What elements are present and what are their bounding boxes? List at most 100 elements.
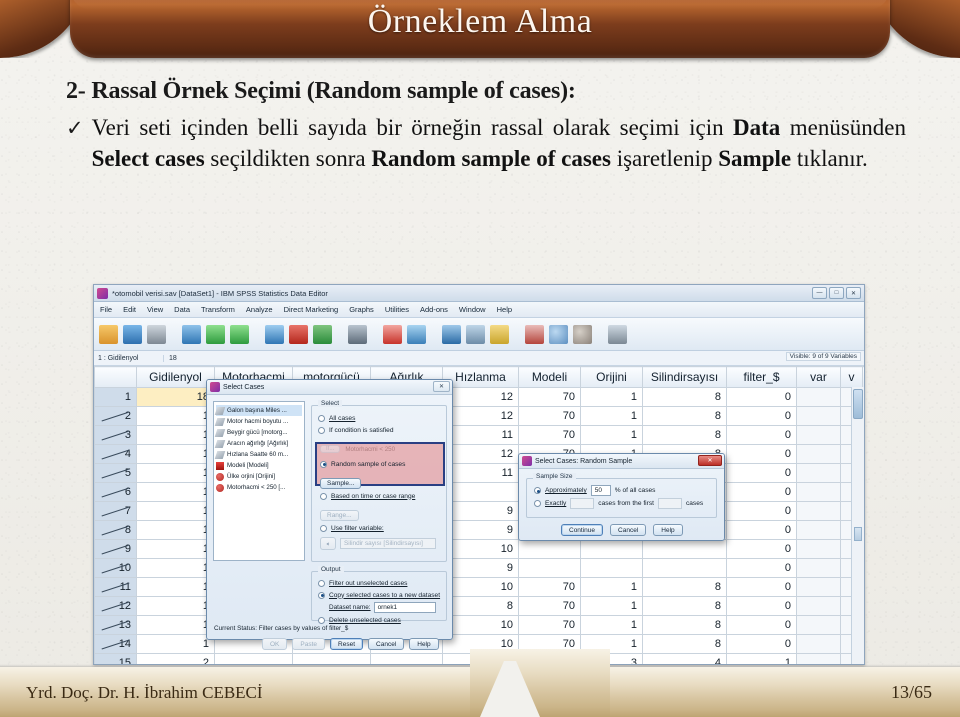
data-cell[interactable]: 8 [642, 406, 727, 426]
data-cell[interactable] [518, 558, 581, 578]
row-number-cell[interactable]: 5 [94, 463, 137, 483]
goto-variable-icon[interactable] [289, 324, 308, 344]
data-cell[interactable]: 1 [580, 425, 643, 445]
data-cell[interactable]: 8 [642, 634, 727, 654]
variable-list-item[interactable]: Modeli [Modeli] [216, 460, 302, 471]
data-cell[interactable]: 0 [726, 463, 797, 483]
data-cell[interactable]: 1 [136, 634, 215, 654]
option-use-filter-variable[interactable]: Use filter variable: [320, 522, 444, 534]
goto-case-icon[interactable] [265, 324, 284, 344]
select-cases-close-icon[interactable]: ✕ [433, 381, 450, 392]
menu-item-help[interactable]: Help [497, 305, 512, 314]
data-cell[interactable]: 0 [726, 558, 797, 578]
menu-item-add-ons[interactable]: Add-ons [420, 305, 448, 314]
move-variable-icon[interactable]: ➧ [320, 537, 336, 550]
data-cell[interactable] [442, 482, 519, 502]
data-cell[interactable] [642, 558, 727, 578]
data-cell[interactable]: 0 [726, 615, 797, 635]
random-sample-close-icon[interactable]: ✕ [698, 455, 722, 466]
radio-copy-selected[interactable] [318, 591, 325, 599]
data-cell[interactable]: 1 [580, 577, 643, 597]
column-header-var[interactable]: var [796, 366, 841, 388]
data-cell[interactable] [796, 539, 841, 559]
data-cell[interactable]: 8 [442, 596, 519, 616]
data-cell[interactable]: 8 [642, 596, 727, 616]
sample-button[interactable]: Sample... [320, 478, 362, 489]
menu-item-window[interactable]: Window [459, 305, 486, 314]
radio-approximately[interactable] [534, 487, 541, 494]
split-file-icon[interactable] [442, 324, 461, 344]
data-cell[interactable]: 0 [726, 596, 797, 616]
data-cell[interactable]: 0 [726, 577, 797, 597]
radio-delete-unselected[interactable] [318, 616, 325, 624]
data-cell[interactable] [796, 577, 841, 597]
menu-item-analyze[interactable]: Analyze [246, 305, 273, 314]
option-all-cases[interactable]: All cases [318, 412, 442, 424]
data-cell[interactable]: 1 [580, 387, 643, 407]
data-cell[interactable] [796, 558, 841, 578]
data-cell[interactable]: 1 [580, 596, 643, 616]
menu-item-direct-marketing[interactable]: Direct Marketing [284, 305, 339, 314]
data-cell[interactable]: 0 [726, 387, 797, 407]
radio-exactly[interactable] [534, 500, 541, 507]
option-if-condition[interactable]: If condition is satisfied [318, 424, 442, 436]
data-cell[interactable]: 70 [518, 596, 581, 616]
data-cell[interactable]: 9 [442, 558, 519, 578]
data-cell[interactable] [796, 615, 841, 635]
data-cell[interactable]: 1 [136, 501, 215, 521]
data-cell[interactable] [796, 444, 841, 464]
undo-icon[interactable] [206, 324, 225, 344]
data-cell[interactable]: 1 [136, 615, 215, 635]
column-header-v[interactable]: v [840, 366, 863, 388]
data-cell[interactable]: 70 [518, 406, 581, 426]
data-cell[interactable] [796, 501, 841, 521]
row-number-cell[interactable]: 4 [94, 444, 137, 464]
data-cell[interactable]: 1 [136, 482, 215, 502]
option-time-range[interactable]: Based on time or case range [320, 490, 444, 502]
column-header-filter-[interactable]: filter_$ [726, 366, 797, 388]
data-cell[interactable]: 11 [442, 425, 519, 445]
variable-list-item[interactable]: Ülke orjini [Orijini] [216, 471, 302, 482]
data-cell[interactable] [796, 425, 841, 445]
random-sample-help-button[interactable]: Help [653, 524, 683, 536]
data-cell[interactable]: 8 [642, 615, 727, 635]
approximately-input[interactable]: 50 [590, 485, 611, 496]
data-cell[interactable] [796, 406, 841, 426]
data-cell[interactable]: 0 [726, 444, 797, 464]
select-cases-reset-button[interactable]: Reset [330, 638, 364, 650]
row-number-cell[interactable]: 7 [94, 501, 137, 521]
radio-use-filter-variable[interactable] [320, 524, 327, 532]
show-all-variables-icon[interactable] [573, 324, 592, 344]
print-icon[interactable] [147, 324, 166, 344]
data-cell[interactable] [796, 596, 841, 616]
column-header-orijini[interactable]: Orijini [580, 366, 643, 388]
radio-random-sample[interactable] [320, 460, 327, 468]
variable-list[interactable]: Galon başına Miles ... Motor hacmi boyutu… [213, 401, 305, 561]
data-cell[interactable]: 70 [518, 425, 581, 445]
data-cell[interactable]: 11 [442, 463, 519, 483]
first-cases-input[interactable] [657, 498, 682, 509]
data-cell[interactable]: 0 [726, 425, 797, 445]
menu-item-graphs[interactable]: Graphs [349, 305, 374, 314]
data-cell[interactable]: 70 [518, 387, 581, 407]
insert-case-icon[interactable] [383, 324, 402, 344]
data-cell[interactable]: 0 [726, 501, 797, 521]
data-cell[interactable]: 1 [136, 558, 215, 578]
menu-item-transform[interactable]: Transform [201, 305, 235, 314]
data-cell[interactable] [518, 539, 581, 559]
random-sample-cancel-button[interactable]: Cancel [610, 524, 647, 536]
data-cell[interactable]: 18 [136, 387, 215, 407]
menu-item-file[interactable]: File [100, 305, 112, 314]
data-cell[interactable] [796, 387, 841, 407]
save-icon[interactable] [123, 324, 142, 344]
row-number-cell[interactable]: 2 [94, 406, 137, 426]
data-cell[interactable]: 1 [136, 425, 215, 445]
if-button[interactable]: If... [320, 445, 341, 453]
menu-item-edit[interactable]: Edit [123, 305, 136, 314]
row-number-cell[interactable]: 8 [94, 520, 137, 540]
data-cell[interactable]: 0 [726, 406, 797, 426]
radio-filter-out[interactable] [318, 579, 325, 587]
data-cell[interactable]: 1 [580, 406, 643, 426]
data-cell[interactable] [580, 539, 643, 559]
data-cell[interactable]: 10 [442, 577, 519, 597]
